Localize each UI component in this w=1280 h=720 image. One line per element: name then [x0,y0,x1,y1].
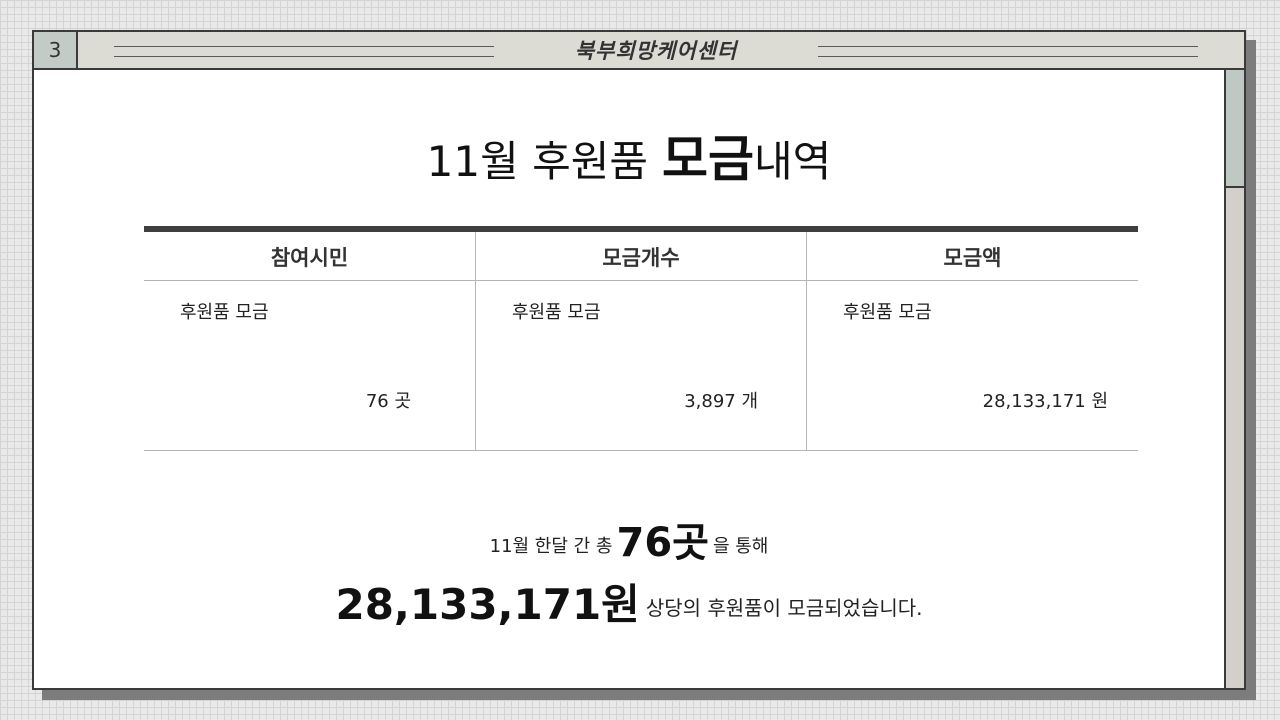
page-number: 3 [34,32,78,68]
column-label: 후원품 모금 [512,302,601,323]
summary-line-1-highlight: 76곳 [616,520,709,566]
scrollbar-thumb[interactable] [1226,70,1244,188]
column-header: 모금개수 [476,232,806,281]
column-label: 후원품 모금 [180,302,269,323]
slide-content: 11월 후원품 모금내역 참여시민 후원품 모금 76 곳 모금개수 후원품 모금… [34,70,1224,688]
page-title-suffix: 내역 [754,137,832,186]
column-amount: 모금액 후원품 모금 28,133,171 원 [807,232,1138,450]
title-decoration-right [818,46,1198,57]
vertical-scrollbar[interactable] [1224,70,1244,688]
title-bar: 3 북부희망케어센터 [34,32,1244,70]
summary-line-1-before: 11월 한달 간 총 [489,536,613,557]
title-decoration-left [114,46,494,57]
column-header: 모금액 [807,232,1138,281]
page-title-prefix: 11월 후원품 [426,137,649,186]
column-count: 모금개수 후원품 모금 3,897 개 [475,232,807,450]
page-title: 11월 후원품 모금내역 [34,124,1224,197]
summary-line-2-highlight: 28,133,171원 [335,580,640,629]
column-header: 참여시민 [144,232,475,281]
summary-table: 참여시민 후원품 모금 76 곳 모금개수 후원품 모금 3,897 개 모금액… [144,226,1138,451]
summary-line-1: 11월 한달 간 총 76곳 을 통해 [34,518,1224,572]
column-label: 후원품 모금 [843,302,932,323]
page-title-bold: 모금 [662,130,755,188]
summary-line-2-after: 상당의 후원품이 모금되었습니다. [645,596,923,620]
column-value: 3,897 개 [684,391,758,412]
slide-window: 3 북부희망케어센터 11월 후원품 모금내역 참여시민 후원품 모금 76 곳 … [32,30,1246,690]
column-value: 76 곳 [365,391,411,412]
summary-line-2: 28,133,171원 상당의 후원품이 모금되었습니다. [34,578,1224,635]
summary-line-1-after: 을 통해 [712,536,769,557]
column-value: 28,133,171 원 [982,391,1108,412]
column-participants: 참여시민 후원품 모금 76 곳 [144,232,475,450]
header-title: 북부희망케어센터 [574,39,738,63]
